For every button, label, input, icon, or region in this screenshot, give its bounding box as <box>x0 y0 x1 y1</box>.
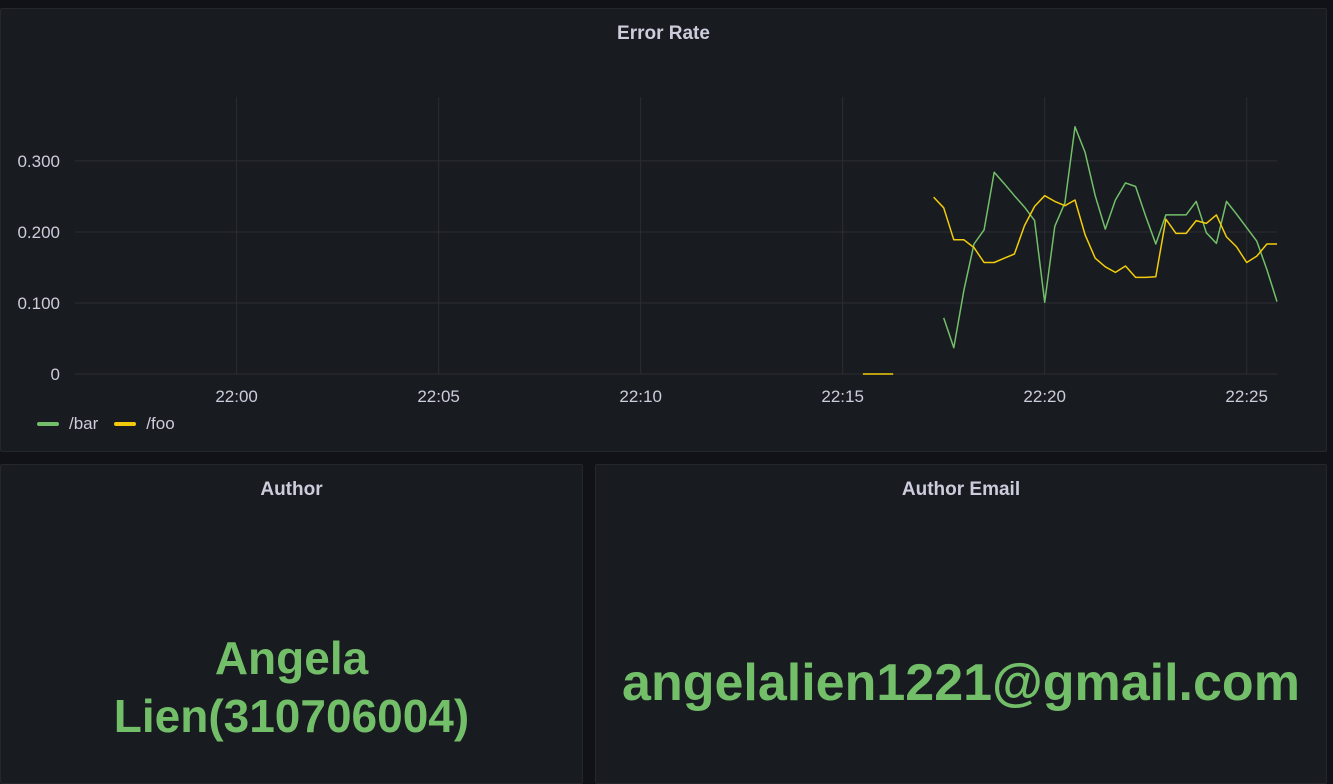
chart-legend: /bar/foo <box>37 414 191 434</box>
legend-label: /bar <box>69 414 99 433</box>
legend-label: /foo <box>146 414 175 433</box>
y-tick-label: 0.300 <box>17 152 60 171</box>
author-value-line2: Lien(310706004) <box>113 690 470 742</box>
y-tick-label: 0.200 <box>17 223 60 242</box>
author-email-stat-value: angelalien1221@gmail.com <box>622 654 1300 712</box>
y-tick-label: 0.100 <box>17 294 60 313</box>
y-tick-label: 0 <box>51 365 60 384</box>
x-tick-label: 22:05 <box>417 387 460 406</box>
legend-item-bar[interactable]: /bar <box>37 414 98 434</box>
panel-title[interactable]: Author <box>1 479 582 501</box>
error-rate-panel: Error Rate 22:00 22:05 22:10 22:15 22:20 22:2… <box>0 8 1327 452</box>
author-stat-value: Angela Lien(310706004) <box>1 629 582 745</box>
legend-swatch <box>114 422 137 426</box>
author-panel: Author Angela Lien(310706004) <box>0 464 583 784</box>
author-email-panel: Author Email angelalien1221@gmail.com <box>595 464 1327 784</box>
error-rate-chart: 22:00 22:05 22:10 22:15 22:20 22:25 0 0.100 0.20… <box>17 97 1278 406</box>
legend-swatch <box>37 422 59 426</box>
author-value-line1: Angela <box>214 632 369 684</box>
x-tick-label: 22:20 <box>1023 387 1066 406</box>
legend-item-foo[interactable]: /foo <box>114 414 175 434</box>
panel-title[interactable]: Author Email <box>596 479 1326 501</box>
x-tick-label: 22:10 <box>619 387 662 406</box>
x-tick-label: 22:25 <box>1225 387 1268 406</box>
x-tick-label: 22:00 <box>215 387 258 406</box>
x-tick-label: 22:15 <box>821 387 864 406</box>
